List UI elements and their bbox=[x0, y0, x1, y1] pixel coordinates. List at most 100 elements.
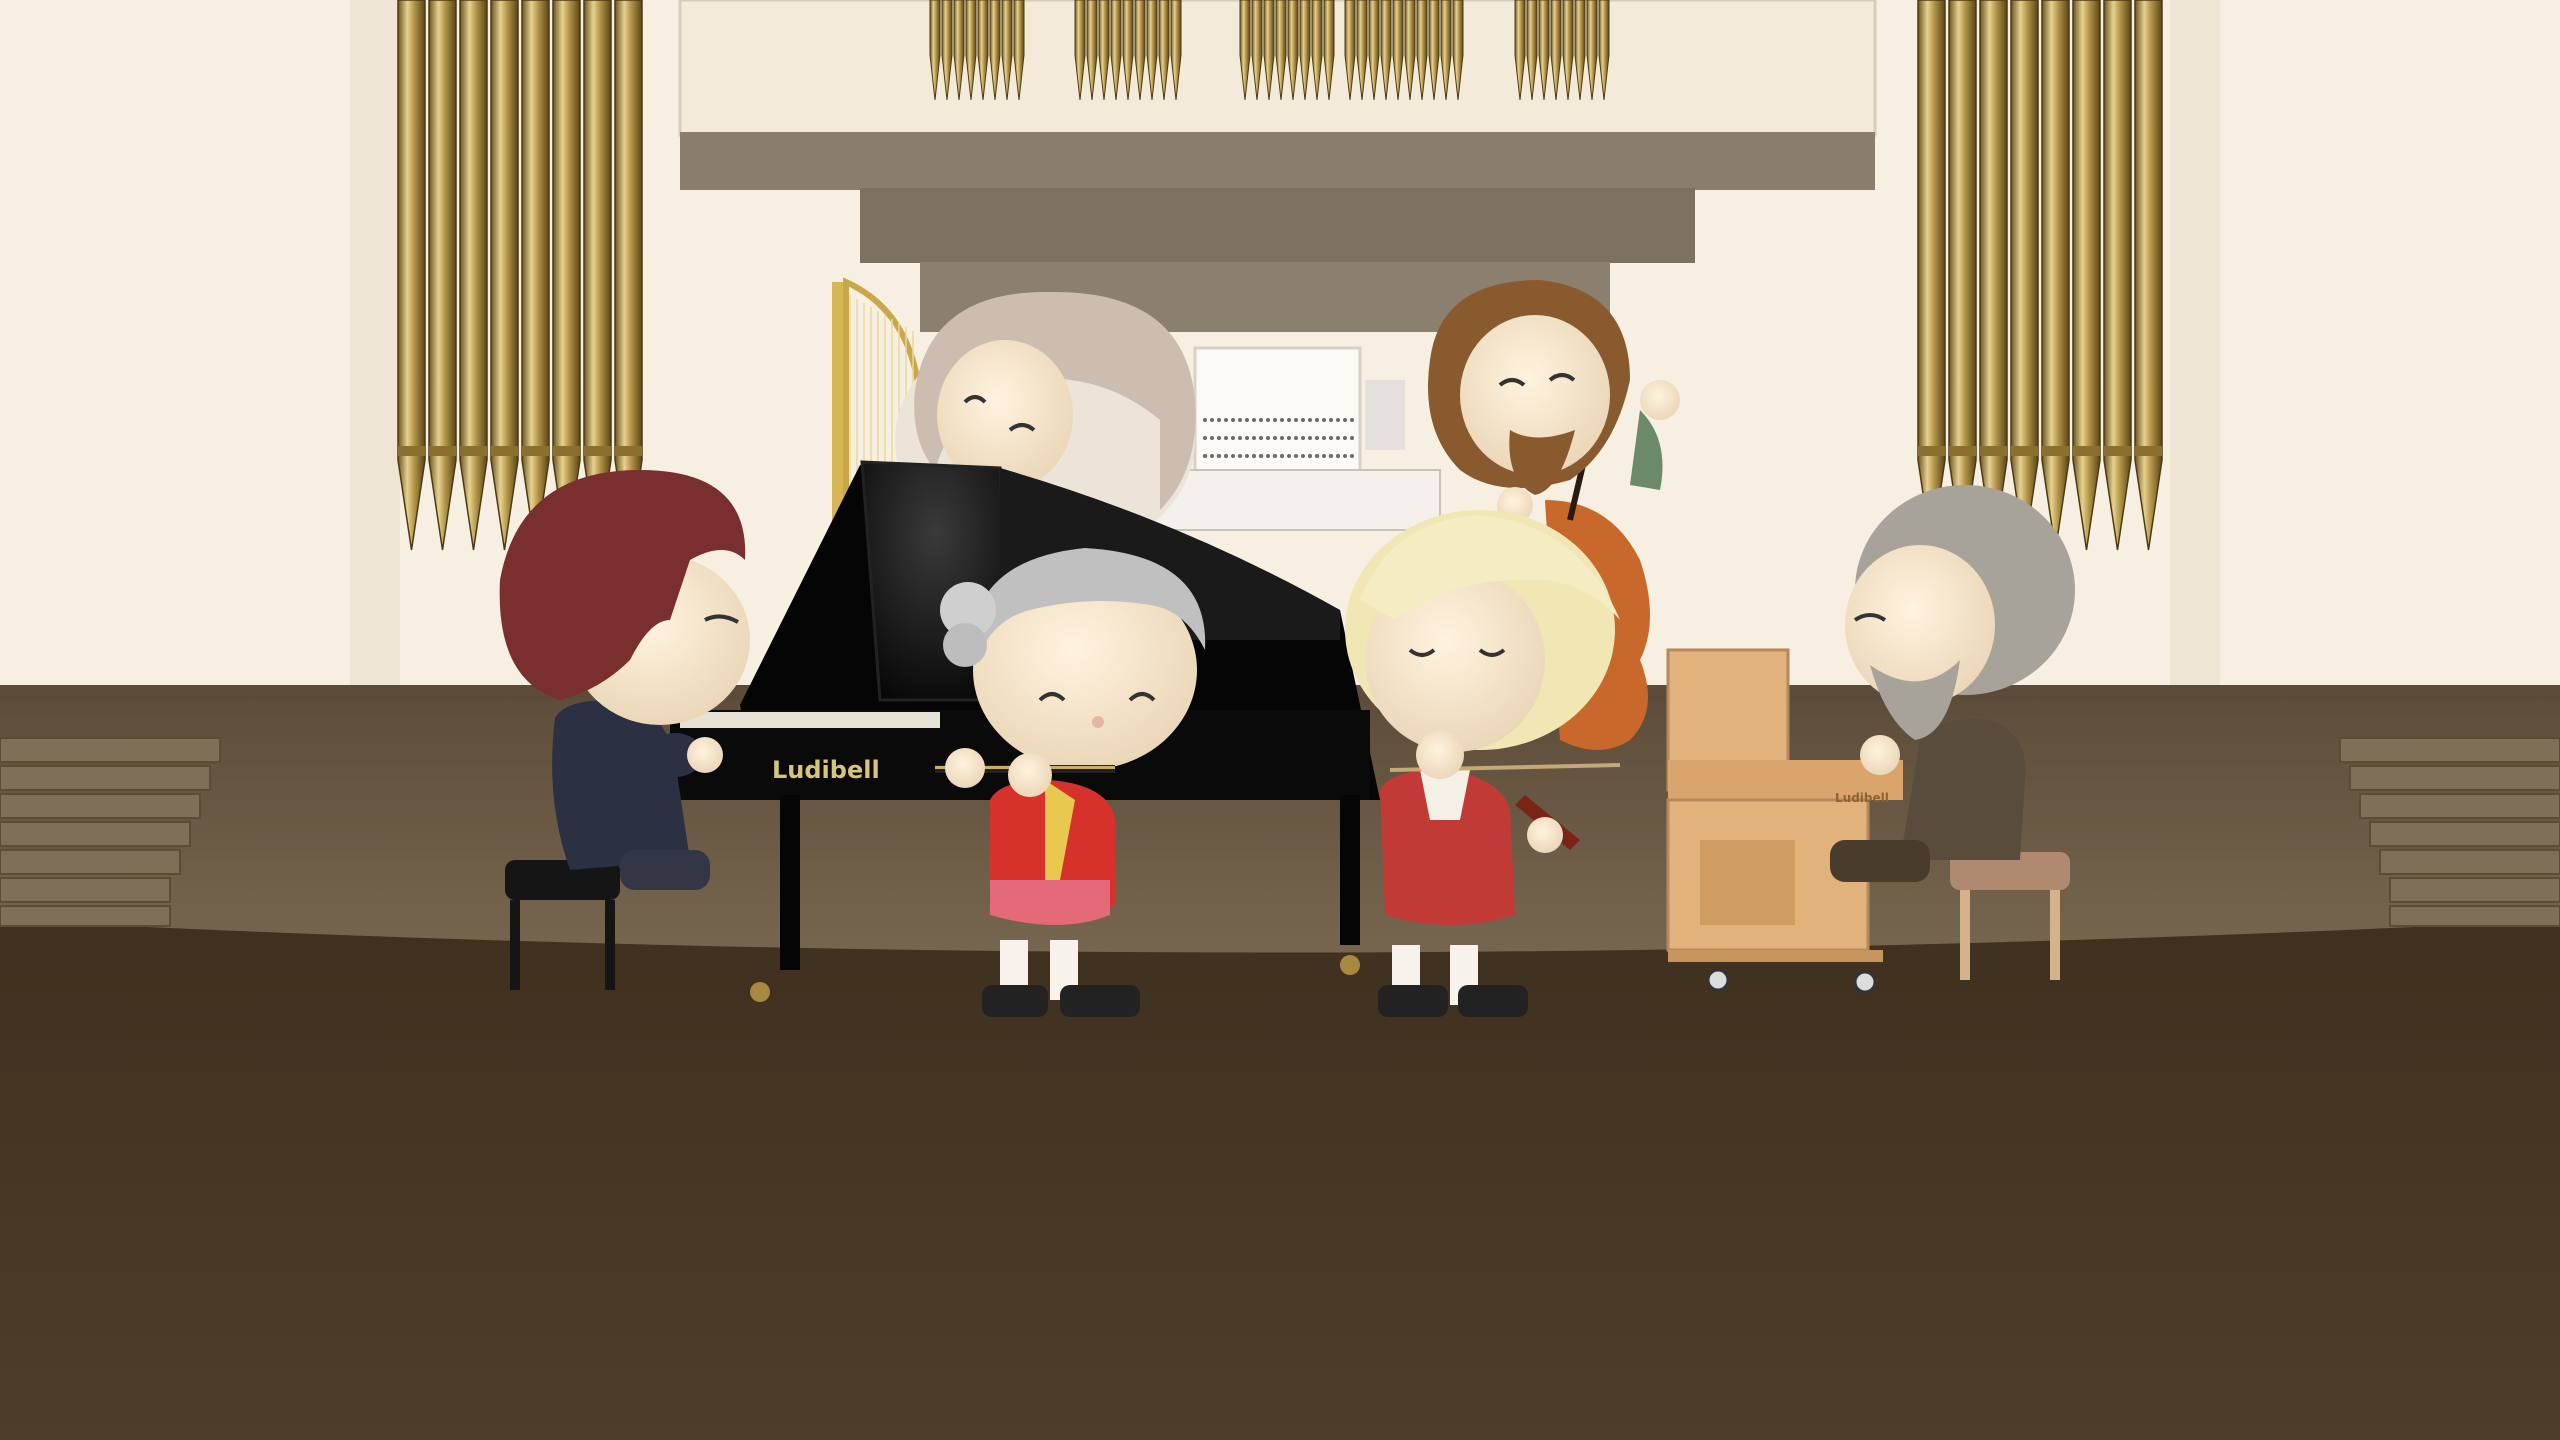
organ-left-pipe bbox=[614, 0, 643, 551]
stage-floor bbox=[0, 920, 2560, 1440]
organ-right-pipe-band bbox=[2073, 446, 2100, 456]
organ-right-pipe-band bbox=[2135, 446, 2162, 456]
organ-stop bbox=[1329, 418, 1333, 422]
organ-stop bbox=[1294, 454, 1298, 458]
organ-stop bbox=[1273, 418, 1277, 422]
organ-stop bbox=[1259, 418, 1263, 422]
organ-left-pipe-band bbox=[429, 446, 456, 456]
concert-stage-scene: Ludibell Ludibell bbox=[0, 0, 2560, 1440]
organ-right-pipe bbox=[2134, 0, 2163, 551]
organ-left-pipe bbox=[459, 0, 488, 551]
organ-stop bbox=[1259, 454, 1263, 458]
organ-right-pipe-band bbox=[1918, 446, 1945, 456]
organ-right-pipe-band bbox=[2042, 446, 2069, 456]
organ-stop bbox=[1294, 436, 1298, 440]
organ-stop bbox=[1301, 454, 1305, 458]
organ-stop bbox=[1287, 436, 1291, 440]
organ-stop bbox=[1210, 418, 1214, 422]
organ-stop bbox=[1301, 418, 1305, 422]
harmonium-brand-label: Ludibell bbox=[1835, 791, 1889, 805]
organ-stop bbox=[1315, 454, 1319, 458]
organ-left-pipe-band bbox=[398, 446, 425, 456]
organ-left-pipe-band bbox=[460, 446, 487, 456]
organ-left-pipe bbox=[397, 0, 426, 551]
organ-stop bbox=[1266, 418, 1270, 422]
organ-right-pipe-band bbox=[1949, 446, 1976, 456]
organ-stop bbox=[1350, 418, 1354, 422]
organ-stop bbox=[1294, 418, 1298, 422]
organ-right-pipe bbox=[1948, 0, 1977, 551]
organ-right-pipe bbox=[2103, 0, 2132, 551]
organ-right-pipe bbox=[2072, 0, 2101, 551]
organ-stop bbox=[1308, 418, 1312, 422]
organ-stop bbox=[1273, 436, 1277, 440]
organ-stop bbox=[1336, 418, 1340, 422]
organ-stop bbox=[1336, 436, 1340, 440]
organ-stop bbox=[1217, 436, 1221, 440]
organ-stop bbox=[1301, 436, 1305, 440]
organ-stop bbox=[1252, 418, 1256, 422]
organ-stop bbox=[1329, 436, 1333, 440]
organ-stop bbox=[1231, 454, 1235, 458]
organ-stop bbox=[1224, 418, 1228, 422]
organ-stop bbox=[1245, 436, 1249, 440]
organ-stop bbox=[1280, 454, 1284, 458]
organ-right-pipe bbox=[2041, 0, 2070, 551]
organ-stop bbox=[1343, 418, 1347, 422]
organ-stop bbox=[1343, 436, 1347, 440]
organ-stop bbox=[1287, 454, 1291, 458]
organ-stop bbox=[1217, 454, 1221, 458]
organ-stop bbox=[1280, 436, 1284, 440]
organ-left-pipe-band bbox=[584, 446, 611, 456]
organ-stop bbox=[1322, 418, 1326, 422]
organ-stop bbox=[1259, 436, 1263, 440]
organ-stop bbox=[1343, 454, 1347, 458]
wall-pillar-right bbox=[2170, 0, 2220, 690]
organ-stop bbox=[1203, 436, 1207, 440]
organ-stop bbox=[1315, 436, 1319, 440]
organ-stop bbox=[1280, 418, 1284, 422]
organ-stop bbox=[1210, 436, 1214, 440]
organ-left-pipe bbox=[552, 0, 581, 551]
organ-stop bbox=[1252, 436, 1256, 440]
organ-left-pipe bbox=[521, 0, 550, 551]
organ-stop bbox=[1231, 436, 1235, 440]
organ-right-pipe bbox=[1979, 0, 2008, 551]
organ-left-pipe-band bbox=[553, 446, 580, 456]
organ-stop bbox=[1350, 436, 1354, 440]
piano-brand-label: Ludibell bbox=[772, 756, 880, 784]
organ-stop bbox=[1315, 418, 1319, 422]
organ-stop bbox=[1329, 454, 1333, 458]
organ-left-pipe bbox=[428, 0, 457, 551]
organ-stop bbox=[1217, 418, 1221, 422]
organ-left-pipe bbox=[583, 0, 612, 551]
organ-balcony bbox=[680, 132, 1875, 190]
organ-stop bbox=[1245, 454, 1249, 458]
organ-right-pipe-band bbox=[2104, 446, 2131, 456]
organ-stop bbox=[1238, 418, 1242, 422]
organ-balcony-shadow bbox=[860, 188, 1695, 263]
organ-stop bbox=[1322, 454, 1326, 458]
organ-stop bbox=[1336, 454, 1340, 458]
organ-left-pipe-band bbox=[522, 446, 549, 456]
organ-stop bbox=[1224, 454, 1228, 458]
organ-stop bbox=[1266, 454, 1270, 458]
organ-stop bbox=[1252, 454, 1256, 458]
organ-stop bbox=[1210, 454, 1214, 458]
organ-stop bbox=[1350, 454, 1354, 458]
organ-left-pipe-band bbox=[491, 446, 518, 456]
organ-stop bbox=[1308, 436, 1312, 440]
organ-left-pipe bbox=[490, 0, 519, 551]
organ-stop bbox=[1203, 418, 1207, 422]
organ-right-pipe-band bbox=[2011, 446, 2038, 456]
organ-stop bbox=[1266, 436, 1270, 440]
organ-stop bbox=[1273, 454, 1277, 458]
organ-stop bbox=[1322, 436, 1326, 440]
organ-stop bbox=[1287, 418, 1291, 422]
organ-stop bbox=[1203, 454, 1207, 458]
organ-stop bbox=[1231, 418, 1235, 422]
organ-stop bbox=[1308, 454, 1312, 458]
organ-stop bbox=[1224, 436, 1228, 440]
wall-pillar-left bbox=[350, 0, 400, 690]
organ-right-pipe bbox=[2010, 0, 2039, 551]
